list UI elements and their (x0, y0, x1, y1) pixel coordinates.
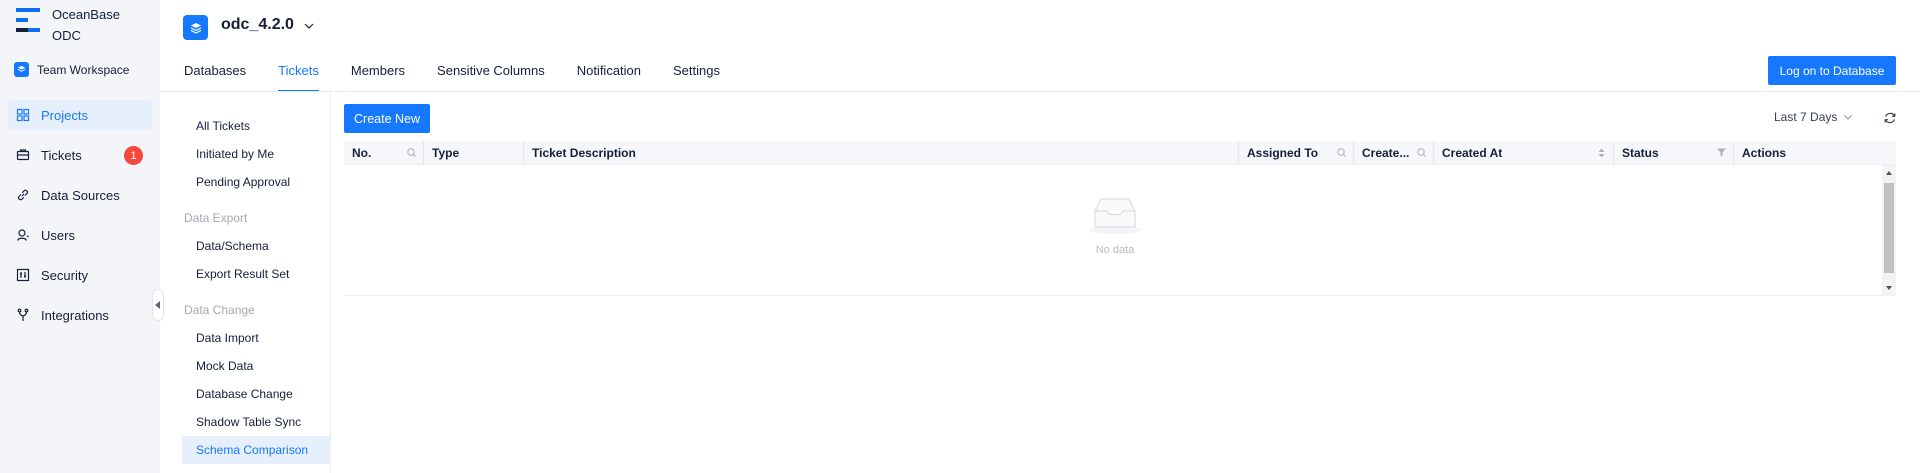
brand-product: ODC (52, 28, 81, 43)
column-header-status[interactable]: Status (1614, 141, 1734, 165)
nav-label: Users (41, 227, 75, 243)
workspace-icon (14, 62, 29, 77)
filter-icon[interactable] (1716, 147, 1727, 158)
main-nav: Projects Tickets 1 Data Sources Users Se… (8, 100, 152, 340)
column-label: Actions (1742, 146, 1787, 160)
sliders-icon (16, 268, 30, 282)
date-range-value: Last 7 Days (1774, 110, 1838, 124)
submenu-data-schema[interactable]: Data/Schema (182, 232, 330, 260)
submenu-all-tickets[interactable]: All Tickets (182, 112, 330, 140)
scrollbar-thumb[interactable] (1884, 183, 1894, 273)
submenu-database-change[interactable]: Database Change (182, 380, 330, 408)
tab-settings[interactable]: Settings (673, 57, 720, 92)
column-header-assigned-to[interactable]: Assigned To (1239, 141, 1354, 165)
brand: OceanBase ODC (16, 4, 120, 46)
column-label: Create... (1362, 146, 1410, 160)
sidebar: OceanBase ODC Team Workspace Projects Ti… (0, 0, 160, 473)
table-scrollbar[interactable] (1882, 165, 1896, 296)
empty-state: No data (1085, 195, 1145, 256)
search-icon[interactable] (1416, 147, 1427, 158)
nav-label: Data Sources (41, 187, 120, 203)
nav-item-tickets[interactable]: Tickets 1 (8, 140, 152, 170)
submenu-export-result-set[interactable]: Export Result Set (182, 260, 330, 288)
tab-databases[interactable]: Databases (184, 57, 246, 92)
column-label: No. (352, 146, 372, 160)
ticket-icon (16, 148, 30, 162)
oceanbase-logo-icon (16, 8, 40, 38)
workspace-switcher[interactable]: Team Workspace (14, 62, 129, 77)
table-body: No data (344, 165, 1896, 296)
column-header-actions: Actions (1734, 141, 1896, 165)
column-header-type: Type (424, 141, 524, 165)
nav-label: Tickets (41, 147, 82, 163)
column-label: Ticket Description (532, 146, 636, 160)
tab-notification[interactable]: Notification (577, 57, 641, 92)
user-icon (16, 228, 30, 242)
submenu-pending-approval[interactable]: Pending Approval (182, 168, 330, 196)
column-header-ticket-description: Ticket Description (524, 141, 1239, 165)
nav-label: Security (41, 267, 88, 283)
column-header-created-by[interactable]: Create... (1354, 141, 1434, 165)
column-label: Status (1622, 146, 1659, 160)
submenu-data-import[interactable]: Data Import (182, 324, 330, 352)
submenu-group-data-export: Data Export (184, 211, 248, 225)
chevron-down-icon[interactable] (303, 20, 315, 32)
search-icon[interactable] (406, 147, 417, 158)
nav-item-data-sources[interactable]: Data Sources (8, 180, 152, 210)
submenu-schema-comparison[interactable]: Schema Comparison (182, 436, 330, 464)
nav-label: Projects (41, 107, 88, 123)
refresh-icon[interactable] (1883, 111, 1897, 125)
tab-tickets[interactable]: Tickets (278, 57, 319, 92)
tickets-count-badge: 1 (124, 146, 143, 165)
column-label: Assigned To (1247, 146, 1319, 160)
grid-icon (16, 108, 30, 122)
fork-icon (16, 308, 30, 322)
tickets-table: No. Type Ticket Description Assigned To … (344, 141, 1896, 296)
project-tabs: Databases Tickets Members Sensitive Colu… (184, 57, 752, 92)
chevron-down-icon (1844, 115, 1853, 120)
submenu-divider (330, 92, 331, 473)
empty-text: No data (1095, 244, 1135, 256)
header-divider (160, 91, 1920, 92)
column-header-no[interactable]: No. (344, 141, 424, 165)
column-label: Type (432, 146, 460, 160)
create-new-button[interactable]: Create New (344, 104, 430, 133)
ticket-type-menu: All Tickets Initiated by Me Pending Appr… (182, 112, 330, 464)
nav-item-users[interactable]: Users (8, 220, 152, 250)
project-name[interactable]: odc_4.2.0 (221, 16, 294, 34)
submenu-shadow-table-sync[interactable]: Shadow Table Sync (182, 408, 330, 436)
empty-inbox-icon (1089, 198, 1141, 234)
log-on-to-database-button[interactable]: Log on to Database (1768, 56, 1896, 85)
project-icon (183, 15, 208, 40)
workspace-label: Team Workspace (37, 62, 130, 77)
nav-label: Integrations (41, 307, 109, 323)
sort-icon[interactable] (1596, 146, 1607, 160)
scroll-up-arrow-icon[interactable] (1885, 169, 1893, 177)
submenu-group-data-change: Data Change (184, 303, 255, 317)
nav-item-integrations[interactable]: Integrations (8, 300, 152, 330)
brand-name: OceanBase (52, 7, 120, 22)
submenu-initiated-by-me[interactable]: Initiated by Me (182, 140, 330, 168)
tab-sensitive-columns[interactable]: Sensitive Columns (437, 57, 545, 92)
column-header-created-at[interactable]: Created At (1434, 141, 1614, 165)
link-icon (16, 188, 30, 202)
submenu-mock-data[interactable]: Mock Data (182, 352, 330, 380)
nav-item-projects[interactable]: Projects (8, 100, 152, 130)
column-label: Created At (1442, 146, 1503, 160)
table-header: No. Type Ticket Description Assigned To … (344, 141, 1896, 165)
tab-members[interactable]: Members (351, 57, 405, 92)
scroll-down-arrow-icon[interactable] (1885, 284, 1893, 292)
date-range-select[interactable]: Last 7 Days (1774, 110, 1853, 124)
search-icon[interactable] (1336, 147, 1347, 158)
nav-item-security[interactable]: Security (8, 260, 152, 290)
caret-left-icon (155, 301, 160, 309)
collapse-sidebar-button[interactable] (152, 289, 164, 321)
